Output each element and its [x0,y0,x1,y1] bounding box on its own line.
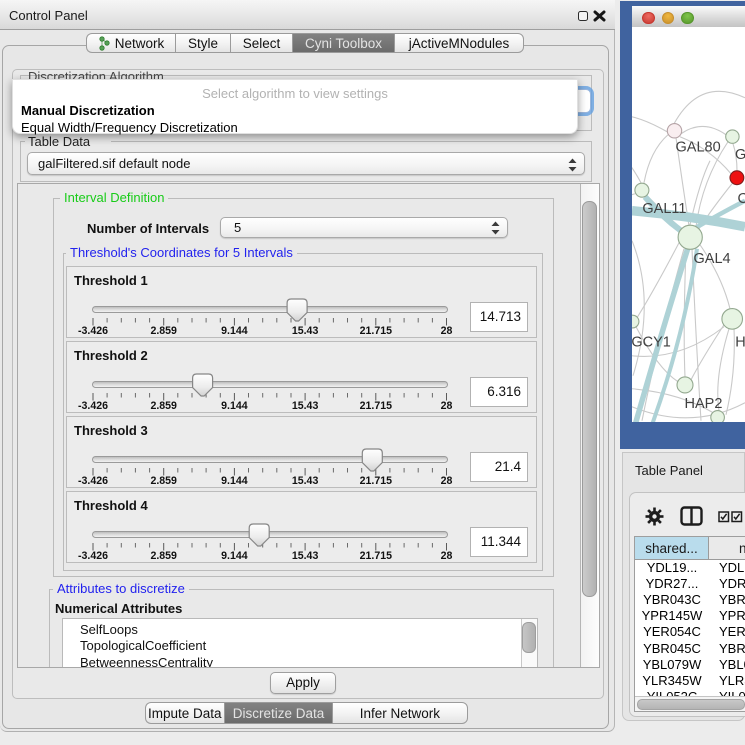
svg-text:-3.426: -3.426 [78,400,108,412]
svg-text:28: 28 [441,400,453,412]
svg-text:28: 28 [441,550,453,562]
svg-text:GAL11: GAL11 [642,201,686,217]
svg-text:15.43: 15.43 [292,550,319,562]
svg-text:2.859: 2.859 [150,475,177,487]
svg-text:GAL4: GAL4 [694,251,731,267]
svg-text:2.859: 2.859 [150,550,177,562]
svg-text:28: 28 [441,325,453,337]
svg-text:9.144: 9.144 [221,475,248,487]
svg-text:15.43: 15.43 [292,475,319,487]
svg-text:21.715: 21.715 [360,550,393,562]
svg-text:G.: G. [735,147,745,163]
svg-text:15.43: 15.43 [292,400,319,412]
svg-text:-3.426: -3.426 [78,550,108,562]
svg-text:H: H [735,334,745,350]
svg-text:21.715: 21.715 [360,325,393,337]
svg-text:9.144: 9.144 [221,550,248,562]
svg-text:21.715: 21.715 [360,475,393,487]
svg-text:-3.426: -3.426 [78,475,108,487]
svg-text:28: 28 [441,475,453,487]
svg-text:HAP2: HAP2 [685,396,723,412]
svg-text:9.144: 9.144 [221,325,248,337]
svg-text:15.43: 15.43 [292,325,319,337]
svg-text:9.144: 9.144 [221,400,248,412]
svg-text:2.859: 2.859 [150,325,177,337]
svg-text:2.859: 2.859 [150,400,177,412]
svg-text:GAL80: GAL80 [676,139,721,155]
svg-text:-3.426: -3.426 [78,325,108,337]
svg-text:C: C [738,191,745,207]
svg-text:21.715: 21.715 [360,400,393,412]
svg-text:GCY1: GCY1 [632,334,671,350]
